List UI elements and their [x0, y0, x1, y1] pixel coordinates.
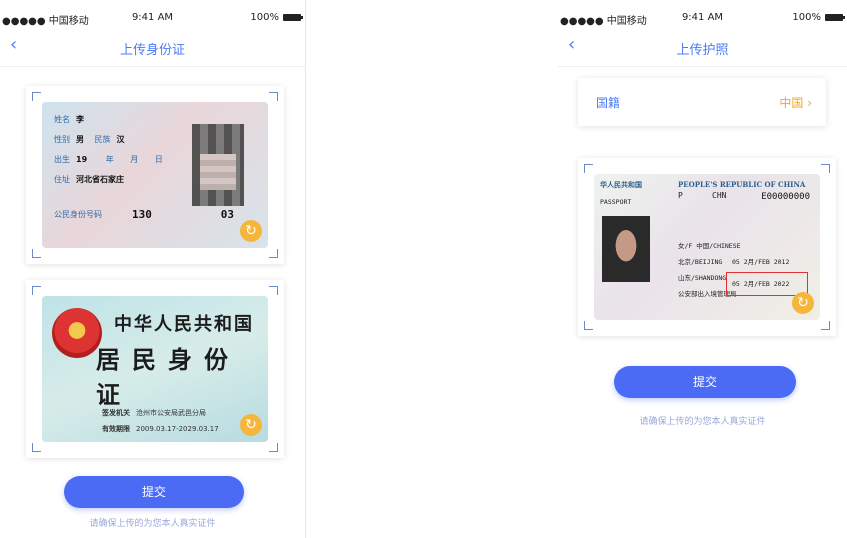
issuing-authority: 签发机关 沧州市公安局武邑分局: [102, 409, 206, 417]
passport-upload-screen: ●●●●● 中国移动 9:41 AM 100% ‹ 上传护照 国籍 中国 › 华…: [558, 0, 847, 538]
sex-nationality: 女/F 中国/CHINESE: [678, 242, 741, 250]
frame-corner: [269, 249, 278, 258]
back-icon[interactable]: ‹: [10, 34, 17, 55]
status-bar: ●●●●● 中国移动 9:41 AM 100%: [558, 12, 847, 30]
name-field: 姓名李: [54, 115, 84, 124]
address-field: 住址 河北省石家庄: [54, 175, 124, 184]
frame-corner: [584, 321, 593, 330]
frame-corner: [584, 164, 593, 173]
frame-corner: [269, 443, 278, 452]
screenshot-stage: ●●●●● 中国移动 9:41 AM 100% ‹ 上传身份证 姓名李 性别男: [0, 0, 847, 538]
frame-corner: [269, 92, 278, 101]
sex-field: 性别男 民族汉: [54, 135, 125, 144]
carrier-label: ●●●●● 中国移动: [2, 16, 89, 27]
passport-type: P: [678, 191, 683, 200]
nationality-selector[interactable]: 国籍 中国 ›: [578, 78, 826, 126]
id-back-title: 中华人民共和国: [114, 314, 254, 335]
id-front-image: 姓名李 性别男 民族汉 出生 19 年 月 日 住址 河北省石家庄 公民身份号码 1…: [42, 102, 268, 248]
frame-corner: [269, 286, 278, 295]
nav-bar: ‹ 上传身份证: [0, 30, 305, 67]
passport-photo: [602, 216, 650, 282]
battery-percent: 100%: [250, 12, 279, 23]
national-emblem-icon: [52, 308, 102, 358]
status-bar: ●●●●● 中国移动 9:41 AM 100%: [0, 12, 305, 30]
time-label: 9:41 AM: [131, 12, 174, 23]
rotate-icon[interactable]: ↻: [792, 292, 814, 314]
submit-button[interactable]: 提交: [614, 366, 796, 398]
id-number-start: 130: [132, 208, 152, 221]
nationality-label: 国籍: [596, 96, 621, 110]
id-back-subtitle: 居民身份证: [96, 345, 240, 409]
frame-corner: [32, 249, 41, 258]
passport-number: E00000000: [761, 192, 810, 202]
hint-text: 请确保上传的为您本人真实证件: [639, 417, 766, 427]
frame-corner: [32, 92, 41, 101]
carrier-label: ●●●●● 中国移动: [560, 16, 647, 27]
id-back-upload-card[interactable]: 中华人民共和国 居民身份证 签发机关 沧州市公安局武邑分局 有效期限 2009.03…: [26, 280, 284, 458]
id-back-image: 中华人民共和国 居民身份证 签发机关 沧州市公安局武邑分局 有效期限 2009.03…: [42, 296, 268, 442]
issue-place: 山东/SHANDONG: [678, 274, 727, 282]
passport-header-en: PEOPLE'S REPUBLIC OF CHINA: [678, 180, 806, 189]
frame-corner: [32, 286, 41, 295]
portrait-photo: [192, 124, 244, 206]
nav-bar: ‹ 上传护照: [558, 30, 847, 67]
hint-text: 请确保上传的为您本人真实证件: [89, 519, 216, 529]
passport-image: 华人民共和国 PEOPLE'S REPUBLIC OF CHINA PASSPO…: [594, 174, 820, 320]
submit-button[interactable]: 提交: [64, 476, 244, 508]
validity-period: 有效期限 2009.03.17-2029.03.17: [102, 425, 219, 433]
frame-corner: [821, 321, 830, 330]
id-front-upload-card[interactable]: 姓名李 性别男 民族汉 出生 19 年 月 日 住址 河北省石家庄 公民身份号码 1…: [26, 86, 284, 264]
nationality-value: 中国 ›: [779, 96, 812, 110]
page-title: 上传身份证: [119, 43, 186, 58]
battery-indicator: 100%: [250, 12, 303, 23]
battery-icon: [825, 14, 845, 21]
battery-indicator: 100%: [792, 12, 845, 23]
passport-upload-card[interactable]: 华人民共和国 PEOPLE'S REPUBLIC OF CHINA PASSPO…: [578, 158, 836, 336]
birth-place: 北京/BEIJING: [678, 258, 723, 266]
rotate-icon[interactable]: ↻: [240, 220, 262, 242]
rotate-icon[interactable]: ↻: [240, 414, 262, 436]
battery-percent: 100%: [792, 12, 821, 23]
id-upload-screen: ●●●●● 中国移动 9:41 AM 100% ‹ 上传身份证 姓名李 性别男: [0, 0, 306, 538]
id-number-label: 公民身份号码: [54, 210, 102, 219]
frame-corner: [821, 164, 830, 173]
passport-header-cn: 华人民共和国: [600, 180, 642, 189]
birth-field: 出生 19 年 月 日: [54, 155, 163, 164]
expiry-highlight-box: [726, 272, 808, 296]
time-label: 9:41 AM: [681, 12, 724, 23]
id-number-end: 03: [220, 208, 234, 221]
country-code: CHN: [712, 191, 727, 200]
passport-type-label: PASSPORT: [600, 198, 632, 206]
issue-date: 05 2月/FEB 2012: [732, 258, 790, 266]
frame-corner: [32, 443, 41, 452]
page-title: 上传护照: [676, 43, 729, 58]
back-icon[interactable]: ‹: [568, 34, 575, 55]
battery-icon: [283, 14, 303, 21]
